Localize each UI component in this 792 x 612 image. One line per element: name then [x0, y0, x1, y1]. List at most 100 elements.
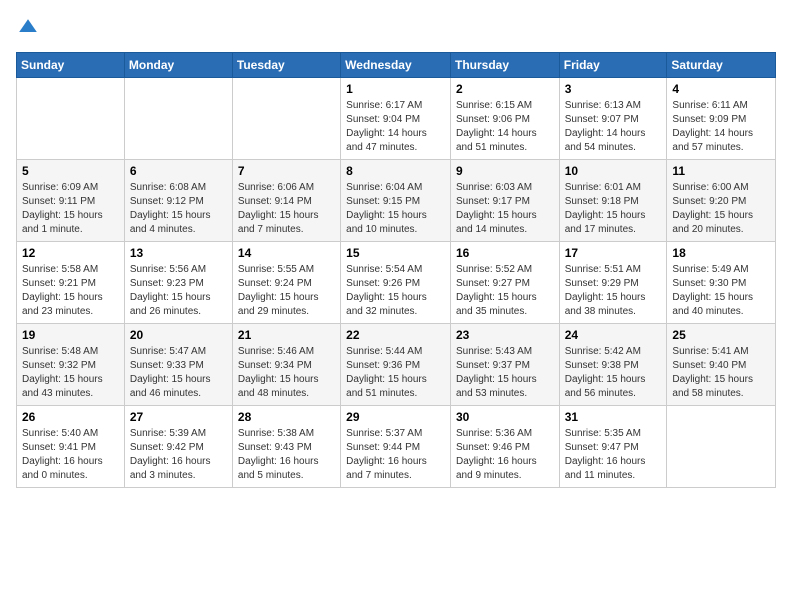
day-info: Sunrise: 5:41 AM Sunset: 9:40 PM Dayligh…: [672, 345, 770, 401]
calendar-cell: 14 Sunrise: 5:55 AM Sunset: 9:24 PM Dayli…: [232, 242, 340, 324]
day-number: 5: [22, 164, 119, 178]
calendar-week-4: 19 Sunrise: 5:48 AM Sunset: 9:32 PM Dayli…: [17, 324, 776, 406]
day-number: 30: [456, 410, 554, 424]
calendar-cell: 8 Sunrise: 6:04 AM Sunset: 9:15 PM Daylig…: [341, 160, 451, 242]
calendar-week-5: 26 Sunrise: 5:40 AM Sunset: 9:41 PM Dayli…: [17, 406, 776, 488]
day-number: 1: [346, 82, 445, 96]
day-number: 15: [346, 246, 445, 260]
day-number: 24: [565, 328, 662, 342]
calendar-cell: 3 Sunrise: 6:13 AM Sunset: 9:07 PM Daylig…: [559, 78, 667, 160]
calendar-cell: 22 Sunrise: 5:44 AM Sunset: 9:36 PM Dayli…: [341, 324, 451, 406]
day-number: 23: [456, 328, 554, 342]
day-number: 12: [22, 246, 119, 260]
calendar-cell: 10 Sunrise: 6:01 AM Sunset: 9:18 PM Dayli…: [559, 160, 667, 242]
calendar-cell: 11 Sunrise: 6:00 AM Sunset: 9:20 PM Dayli…: [667, 160, 776, 242]
day-number: 11: [672, 164, 770, 178]
day-info: Sunrise: 5:58 AM Sunset: 9:21 PM Dayligh…: [22, 263, 119, 319]
day-number: 8: [346, 164, 445, 178]
calendar-cell: 2Sunrise: 6:15 AM Sunset: 9:06 PM Daylig…: [450, 78, 559, 160]
day-info: Sunrise: 5:48 AM Sunset: 9:32 PM Dayligh…: [22, 345, 119, 401]
calendar-table: SundayMondayTuesdayWednesdayThursdayFrid…: [16, 52, 776, 488]
day-info: Sunrise: 5:37 AM Sunset: 9:44 PM Dayligh…: [346, 427, 445, 483]
calendar-cell: 30 Sunrise: 5:36 AM Sunset: 9:46 PM Dayli…: [450, 406, 559, 488]
calendar-cell: 26 Sunrise: 5:40 AM Sunset: 9:41 PM Dayli…: [17, 406, 125, 488]
day-number: 26: [22, 410, 119, 424]
calendar-cell: [667, 406, 776, 488]
day-number: 21: [238, 328, 335, 342]
calendar-cell: 7 Sunrise: 6:06 AM Sunset: 9:14 PM Daylig…: [232, 160, 340, 242]
day-number: 22: [346, 328, 445, 342]
calendar-cell: 27Sunrise: 5:39 AM Sunset: 9:42 PM Dayli…: [124, 406, 232, 488]
day-info: Sunrise: 5:39 AM Sunset: 9:42 PM Dayligh…: [130, 427, 227, 483]
day-info: Sunrise: 6:03 AM Sunset: 9:17 PM Dayligh…: [456, 181, 554, 237]
day-number: 28: [238, 410, 335, 424]
day-number: 16: [456, 246, 554, 260]
day-info: Sunrise: 5:47 AM Sunset: 9:33 PM Dayligh…: [130, 345, 227, 401]
calendar-cell: 4 Sunrise: 6:11 AM Sunset: 9:09 PM Daylig…: [667, 78, 776, 160]
day-info: Sunrise: 5:40 AM Sunset: 9:41 PM Dayligh…: [22, 427, 119, 483]
day-info: Sunrise: 6:01 AM Sunset: 9:18 PM Dayligh…: [565, 181, 662, 237]
calendar-cell: 9Sunrise: 6:03 AM Sunset: 9:17 PM Daylig…: [450, 160, 559, 242]
day-info: Sunrise: 5:54 AM Sunset: 9:26 PM Dayligh…: [346, 263, 445, 319]
day-number: 19: [22, 328, 119, 342]
calendar-cell: 13 Sunrise: 5:56 AM Sunset: 9:23 PM Dayli…: [124, 242, 232, 324]
day-info: Sunrise: 5:56 AM Sunset: 9:23 PM Dayligh…: [130, 263, 227, 319]
day-info: Sunrise: 5:43 AM Sunset: 9:37 PM Dayligh…: [456, 345, 554, 401]
day-number: 13: [130, 246, 227, 260]
day-info: Sunrise: 6:17 AM Sunset: 9:04 PM Dayligh…: [346, 99, 445, 155]
day-info: Sunrise: 6:09 AM Sunset: 9:11 PM Dayligh…: [22, 181, 119, 237]
calendar-cell: 15 Sunrise: 5:54 AM Sunset: 9:26 PM Dayli…: [341, 242, 451, 324]
day-number: 25: [672, 328, 770, 342]
calendar-cell: 21 Sunrise: 5:46 AM Sunset: 9:34 PM Dayli…: [232, 324, 340, 406]
day-info: Sunrise: 5:46 AM Sunset: 9:34 PM Dayligh…: [238, 345, 335, 401]
day-info: Sunrise: 5:44 AM Sunset: 9:36 PM Dayligh…: [346, 345, 445, 401]
calendar-cell: 28 Sunrise: 5:38 AM Sunset: 9:43 PM Dayli…: [232, 406, 340, 488]
calendar-cell: 12 Sunrise: 5:58 AM Sunset: 9:21 PM Dayli…: [17, 242, 125, 324]
calendar-body: 1 Sunrise: 6:17 AM Sunset: 9:04 PM Daylig…: [17, 78, 776, 488]
calendar-cell: 25 Sunrise: 5:41 AM Sunset: 9:40 PM Dayli…: [667, 324, 776, 406]
day-number: 10: [565, 164, 662, 178]
calendar-cell: [232, 78, 340, 160]
day-number: 29: [346, 410, 445, 424]
day-info: Sunrise: 6:13 AM Sunset: 9:07 PM Dayligh…: [565, 99, 662, 155]
day-info: Sunrise: 6:00 AM Sunset: 9:20 PM Dayligh…: [672, 181, 770, 237]
day-number: 14: [238, 246, 335, 260]
logo: [16, 16, 44, 40]
day-number: 20: [130, 328, 227, 342]
day-info: Sunrise: 5:42 AM Sunset: 9:38 PM Dayligh…: [565, 345, 662, 401]
day-header-saturday: Saturday: [667, 53, 776, 78]
day-info: Sunrise: 6:08 AM Sunset: 9:12 PM Dayligh…: [130, 181, 227, 237]
calendar-cell: 20 Sunrise: 5:47 AM Sunset: 9:33 PM Dayli…: [124, 324, 232, 406]
calendar-week-1: 1 Sunrise: 6:17 AM Sunset: 9:04 PM Daylig…: [17, 78, 776, 160]
calendar-cell: 19 Sunrise: 5:48 AM Sunset: 9:32 PM Dayli…: [17, 324, 125, 406]
day-info: Sunrise: 6:06 AM Sunset: 9:14 PM Dayligh…: [238, 181, 335, 237]
day-header-thursday: Thursday: [450, 53, 559, 78]
day-number: 31: [565, 410, 662, 424]
calendar-cell: 23 Sunrise: 5:43 AM Sunset: 9:37 PM Dayli…: [450, 324, 559, 406]
day-info: Sunrise: 5:38 AM Sunset: 9:43 PM Dayligh…: [238, 427, 335, 483]
day-info: Sunrise: 5:51 AM Sunset: 9:29 PM Dayligh…: [565, 263, 662, 319]
calendar-week-3: 12 Sunrise: 5:58 AM Sunset: 9:21 PM Dayli…: [17, 242, 776, 324]
day-number: 4: [672, 82, 770, 96]
calendar-cell: 16Sunrise: 5:52 AM Sunset: 9:27 PM Dayli…: [450, 242, 559, 324]
calendar-cell: 24 Sunrise: 5:42 AM Sunset: 9:38 PM Dayli…: [559, 324, 667, 406]
calendar-cell: [124, 78, 232, 160]
day-number: 3: [565, 82, 662, 96]
calendar-header-row: SundayMondayTuesdayWednesdayThursdayFrid…: [17, 53, 776, 78]
day-header-friday: Friday: [559, 53, 667, 78]
calendar-cell: 6Sunrise: 6:08 AM Sunset: 9:12 PM Daylig…: [124, 160, 232, 242]
day-number: 18: [672, 246, 770, 260]
day-header-tuesday: Tuesday: [232, 53, 340, 78]
logo-icon: [16, 16, 40, 40]
calendar-cell: 17 Sunrise: 5:51 AM Sunset: 9:29 PM Dayli…: [559, 242, 667, 324]
day-number: 2: [456, 82, 554, 96]
day-info: Sunrise: 5:55 AM Sunset: 9:24 PM Dayligh…: [238, 263, 335, 319]
calendar-cell: 5 Sunrise: 6:09 AM Sunset: 9:11 PM Daylig…: [17, 160, 125, 242]
day-info: Sunrise: 5:49 AM Sunset: 9:30 PM Dayligh…: [672, 263, 770, 319]
day-info: Sunrise: 5:36 AM Sunset: 9:46 PM Dayligh…: [456, 427, 554, 483]
day-number: 17: [565, 246, 662, 260]
day-info: Sunrise: 6:04 AM Sunset: 9:15 PM Dayligh…: [346, 181, 445, 237]
day-number: 7: [238, 164, 335, 178]
day-info: Sunrise: 6:11 AM Sunset: 9:09 PM Dayligh…: [672, 99, 770, 155]
day-header-wednesday: Wednesday: [341, 53, 451, 78]
